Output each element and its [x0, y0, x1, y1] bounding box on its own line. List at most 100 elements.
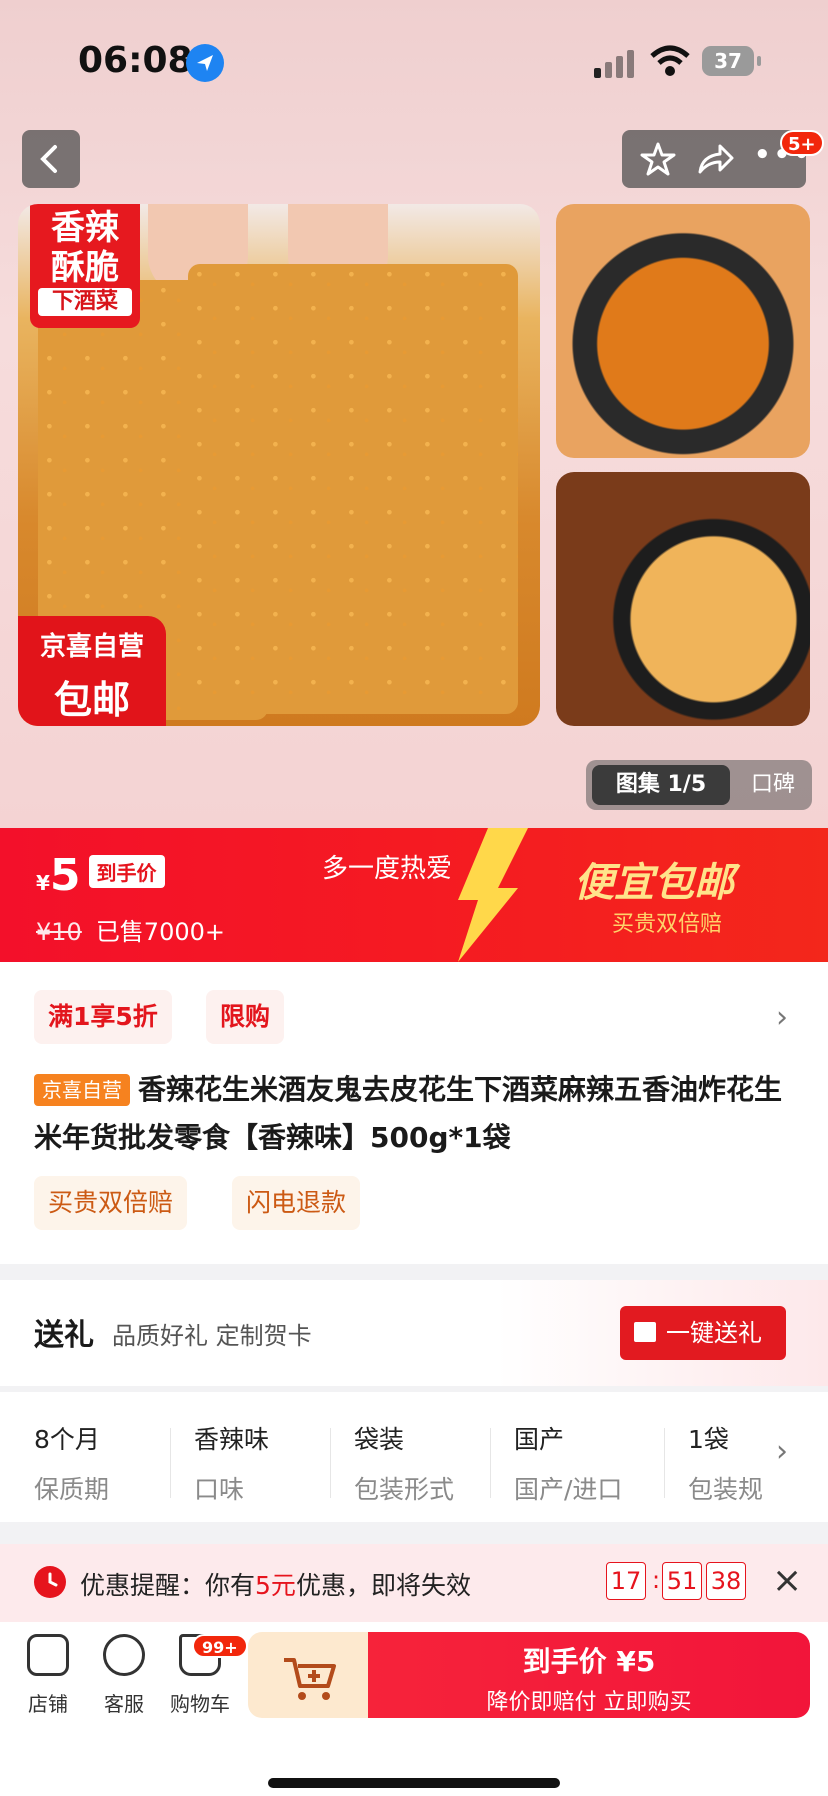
tag-jingxi-text: 京喜自营: [39, 632, 144, 662]
countdown-colon: :: [652, 1566, 661, 1594]
thumbnail-image-1[interactable]: [556, 204, 810, 458]
gift-section[interactable]: 送礼 品质好礼 定制贺卡 一键送礼: [0, 1280, 828, 1386]
status-time: 06:08: [78, 40, 193, 81]
notification-badge: 5+: [780, 130, 824, 156]
back-button[interactable]: [22, 130, 80, 188]
peanut-bag-right: [188, 264, 518, 714]
product-title-text: 香辣花生米酒友鬼去皮花生下酒菜麻辣五香油炸花生米年货批发零食【香辣味】500g*…: [34, 1073, 783, 1154]
shop-button[interactable]: 店铺: [16, 1634, 80, 1717]
smile-icon: [103, 1634, 145, 1676]
send-gift-label: 一键送礼: [666, 1319, 762, 1347]
promo-text: 优惠提醒：你有5元优惠，即将失效: [80, 1566, 471, 1602]
gift-title: 送礼: [34, 1318, 94, 1353]
bottom-action-bar: 店铺 客服 购物车 99+ 到手价 ¥5 降价即赔付 立即购买: [0, 1622, 828, 1796]
spec-value: 国产: [514, 1425, 565, 1454]
divider: [170, 1428, 171, 1498]
currency-symbol: ¥: [36, 871, 50, 895]
chevron-right-icon[interactable]: ›: [776, 1434, 788, 1469]
fast-refund-chip[interactable]: 闪电退款: [232, 1176, 361, 1230]
cart-label: 购物车: [170, 1692, 230, 1716]
tag-text-line3: 下酒菜: [38, 288, 132, 316]
limit-chip[interactable]: 限购: [206, 990, 285, 1044]
spec-item: 8个月保质期: [34, 1420, 184, 1506]
wifi-icon: [650, 44, 690, 78]
price-block: ¥5 到手价: [36, 850, 165, 901]
customer-service-button[interactable]: 客服: [92, 1634, 156, 1717]
gallery-switcher: 图集 1/5 口碑: [586, 760, 812, 810]
price-guarantee-subtitle: 买贵双倍赔: [612, 912, 723, 937]
tag-text-line1: 香辣: [51, 208, 119, 248]
promo-label: 优惠提醒：: [80, 1571, 206, 1600]
buy-subtitle: 降价即赔付 立即购买: [486, 1690, 692, 1715]
divider: [330, 1428, 331, 1498]
product-hero: 06:08 37 ••• 5+ 香辣 酥脆 下酒菜 京喜自营 包邮 图集 1/5…: [0, 0, 828, 828]
home-indicator: [268, 1778, 560, 1788]
main-product-image[interactable]: 香辣 酥脆 下酒菜 京喜自营 包邮: [18, 204, 540, 726]
countdown-minutes: 51: [662, 1562, 702, 1600]
spec-key: 包装形式: [354, 1475, 455, 1504]
jingxi-free-shipping-tag: 京喜自营 包邮: [18, 616, 166, 726]
top-actions: •••: [622, 130, 810, 188]
divider: [490, 1428, 491, 1498]
spec-key: 包装规: [688, 1475, 764, 1504]
send-gift-button[interactable]: 一键送礼: [620, 1306, 786, 1360]
spec-value: 1袋: [688, 1425, 729, 1454]
buy-title: 到手价 ¥5: [522, 1645, 656, 1678]
shop-label: 店铺: [28, 1692, 68, 1716]
favorite-button[interactable]: [630, 130, 686, 188]
cart-count-badge: 99+: [192, 1634, 248, 1658]
discount-chip[interactable]: 满1享5折: [34, 990, 172, 1044]
banner-slogan: 多一度热爱: [322, 854, 453, 884]
add-cart-icon: [284, 1658, 336, 1700]
shop-icon: [27, 1634, 69, 1676]
product-info: 满1享5折 限购 › 京喜自营 香辣花生米酒友鬼去皮花生下酒菜麻辣五香油炸花生米年…: [0, 962, 828, 1264]
chevron-right-icon[interactable]: ›: [776, 1000, 788, 1035]
price-protect-chip[interactable]: 买贵双倍赔: [34, 1176, 188, 1230]
product-title[interactable]: 京喜自营 香辣花生米酒友鬼去皮花生下酒菜麻辣五香油炸花生米年货批发零食【香辣味】5…: [34, 1066, 794, 1162]
spicy-crispy-tag: 香辣 酥脆 下酒菜: [30, 204, 140, 328]
spec-value: 香辣味: [194, 1425, 270, 1454]
promo-text-before: 你有: [205, 1571, 256, 1600]
final-price: 5: [49, 850, 81, 901]
promo-reminder-bar: 优惠提醒：你有5元优惠，即将失效 17 : 51 : 38 ×: [0, 1544, 828, 1622]
spec-item: 1袋包装规: [688, 1420, 764, 1506]
spec-item: 袋装 包装形式: [354, 1420, 504, 1506]
original-price: ¥10: [36, 918, 82, 946]
sold-count: 已售7000+: [95, 918, 225, 946]
tag-text-line2: 酥脆: [51, 248, 119, 288]
spec-value: 袋装: [354, 1425, 405, 1454]
store-tag: 京喜自营: [34, 1074, 130, 1106]
final-price-tag: 到手价: [88, 855, 165, 888]
share-icon: [698, 144, 734, 174]
spec-item: 香辣味 口味: [194, 1420, 344, 1506]
cellular-signal-icon: [594, 50, 636, 78]
star-icon: [640, 142, 676, 176]
countdown-seconds: 38: [706, 1562, 746, 1600]
thumbnail-image-2[interactable]: [556, 472, 810, 726]
gift-subtitle: 品质好礼 定制贺卡: [112, 1322, 312, 1350]
spec-item: 国产国产/进口: [514, 1420, 664, 1506]
spec-key: 口味: [194, 1475, 245, 1504]
service-label: 客服: [104, 1692, 144, 1716]
promo-text-after: 优惠，即将失效: [295, 1571, 471, 1600]
gift-icon: [634, 1322, 656, 1342]
add-to-cart-button[interactable]: [248, 1632, 368, 1718]
back-arrow-icon: [40, 145, 57, 173]
location-icon: [186, 44, 224, 82]
spec-row[interactable]: 8个月保质期 香辣味口味 袋装包装形式 国产国产/进口 1袋包装规 ›: [0, 1392, 828, 1522]
divider: [664, 1428, 665, 1498]
spec-key: 国产/进口: [514, 1475, 623, 1504]
price-banner: ¥5 到手价 ¥10 已售7000+ 多一度热爱 便宜包邮 买贵双倍赔: [0, 828, 828, 962]
battery-icon: 37: [702, 46, 761, 76]
spec-value: 8个月: [34, 1425, 100, 1454]
cheap-free-shipping-title: 便宜包邮: [574, 860, 734, 906]
tag-free-shipping-text: 包邮: [53, 678, 130, 722]
buy-now-button[interactable]: 到手价 ¥5 降价即赔付 立即购买: [368, 1632, 810, 1718]
clock-icon: [34, 1566, 66, 1598]
share-button[interactable]: [686, 130, 742, 188]
reviews-tab[interactable]: 口碑: [734, 760, 812, 810]
gallery-tab[interactable]: 图集 1/5: [592, 765, 730, 805]
lightning-icon: [458, 828, 528, 962]
close-icon[interactable]: ×: [772, 1560, 802, 1601]
spec-key: 保质期: [34, 1475, 110, 1504]
